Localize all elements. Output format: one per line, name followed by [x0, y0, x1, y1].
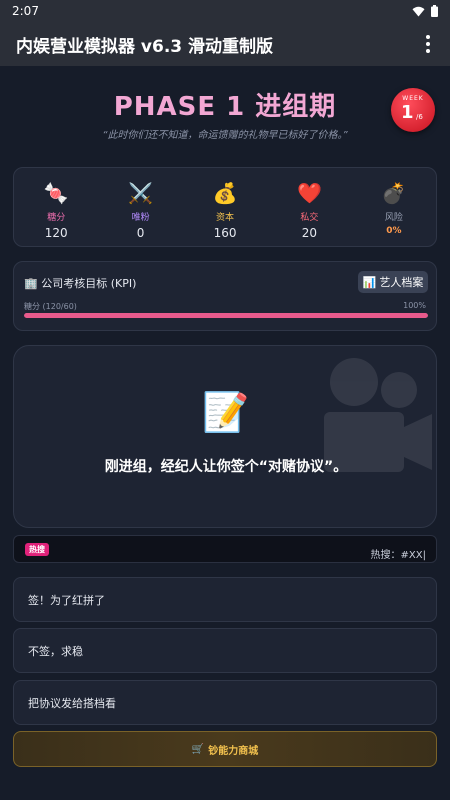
bomb-icon: 💣: [381, 181, 407, 205]
kpi-title: 🏢 公司考核目标 (KPI): [24, 277, 137, 290]
stat-label: 私交: [300, 213, 319, 223]
status-bar: 2:07: [0, 0, 450, 22]
stats-panel: 🍬 糖分 120 ⚔️ 唯粉 0 💰 资本 160 ❤️ 私交 20 💣 风险 …: [13, 167, 437, 247]
app-bar: 内娱营业模拟器 v6.3 滑动重制版: [0, 22, 450, 66]
stat-label: 资本: [216, 213, 235, 223]
stat-risk: 💣 风险 0%: [352, 168, 436, 246]
phase-title: PHASE 1 进组期: [113, 92, 337, 122]
stat-value: 0%: [386, 226, 402, 236]
candy-icon: 🍬: [43, 181, 69, 205]
more-menu-icon[interactable]: [418, 32, 438, 56]
shop-label: 钞能力商城: [208, 745, 259, 757]
hot-search-text: 热搜：#XX|: [370, 550, 426, 561]
choice-sign[interactable]: 签！为了红拼了: [13, 577, 437, 622]
money-bag-icon: 💰: [212, 181, 238, 205]
status-icons: [412, 5, 438, 17]
memo-icon: 📝: [202, 390, 250, 434]
status-time: 2:07: [12, 4, 39, 18]
stat-label: 唯粉: [131, 213, 150, 223]
phase-quote: “此时你们还不知道，命运馈赠的礼物早已标好了价格。”: [102, 130, 348, 141]
stat-label: 糖分: [47, 213, 66, 223]
stat-solo-fans: ⚔️ 唯粉 0: [98, 168, 182, 246]
week-current: 1: [401, 102, 414, 123]
stat-value: 120: [44, 226, 68, 240]
kpi-progress-bar: [24, 313, 428, 318]
wifi-icon: [412, 6, 425, 16]
stat-label: 风险: [384, 213, 403, 223]
artist-archive-button[interactable]: 📊 艺人档案: [358, 271, 428, 293]
app-title: 内娱营业模拟器 v6.3 滑动重制版: [16, 36, 274, 57]
battery-icon: [431, 5, 438, 17]
shopping-cart-icon: 🛒: [191, 743, 205, 755]
week-label: WEEK: [402, 95, 424, 102]
shop-button[interactable]: 🛒 钞能力商城: [13, 731, 437, 767]
choice-share-partner[interactable]: 把协议发给搭档看: [13, 680, 437, 725]
artist-archive-label: 艺人档案: [379, 276, 424, 289]
event-text: 刚进组，经纪人让你签个“对赌协议”。: [104, 459, 348, 475]
kpi-progress-fill: [24, 313, 428, 318]
hot-search-tag: 热搜: [25, 543, 49, 556]
crossed-swords-icon: ⚔️: [128, 181, 154, 205]
stat-value: 0: [136, 226, 145, 240]
kpi-progress-percent: 100%: [403, 301, 426, 310]
kpi-panel: 🏢 公司考核目标 (KPI) 📊 艺人档案 糖分 (120/60) 100%: [13, 261, 437, 331]
stat-sugar: 🍬 糖分 120: [14, 168, 98, 246]
choice-decline[interactable]: 不签，求稳: [13, 628, 437, 673]
event-card[interactable]: 📝 刚进组，经纪人让你签个“对赌协议”。: [13, 345, 437, 528]
stat-capital: 💰 资本 160: [183, 168, 267, 246]
hot-search-bar: 热搜 热搜：#XX|: [13, 535, 437, 563]
heart-icon: ❤️: [296, 181, 322, 205]
week-total: /6: [416, 113, 423, 121]
chart-icon: 📊: [362, 275, 377, 289]
stat-friendship: ❤️ 私交 20: [267, 168, 351, 246]
stat-value: 20: [301, 226, 318, 240]
stat-value: 160: [213, 226, 237, 240]
kpi-progress-label: 糖分 (120/60): [24, 302, 77, 311]
week-badge: WEEK 1 /6: [391, 88, 435, 132]
